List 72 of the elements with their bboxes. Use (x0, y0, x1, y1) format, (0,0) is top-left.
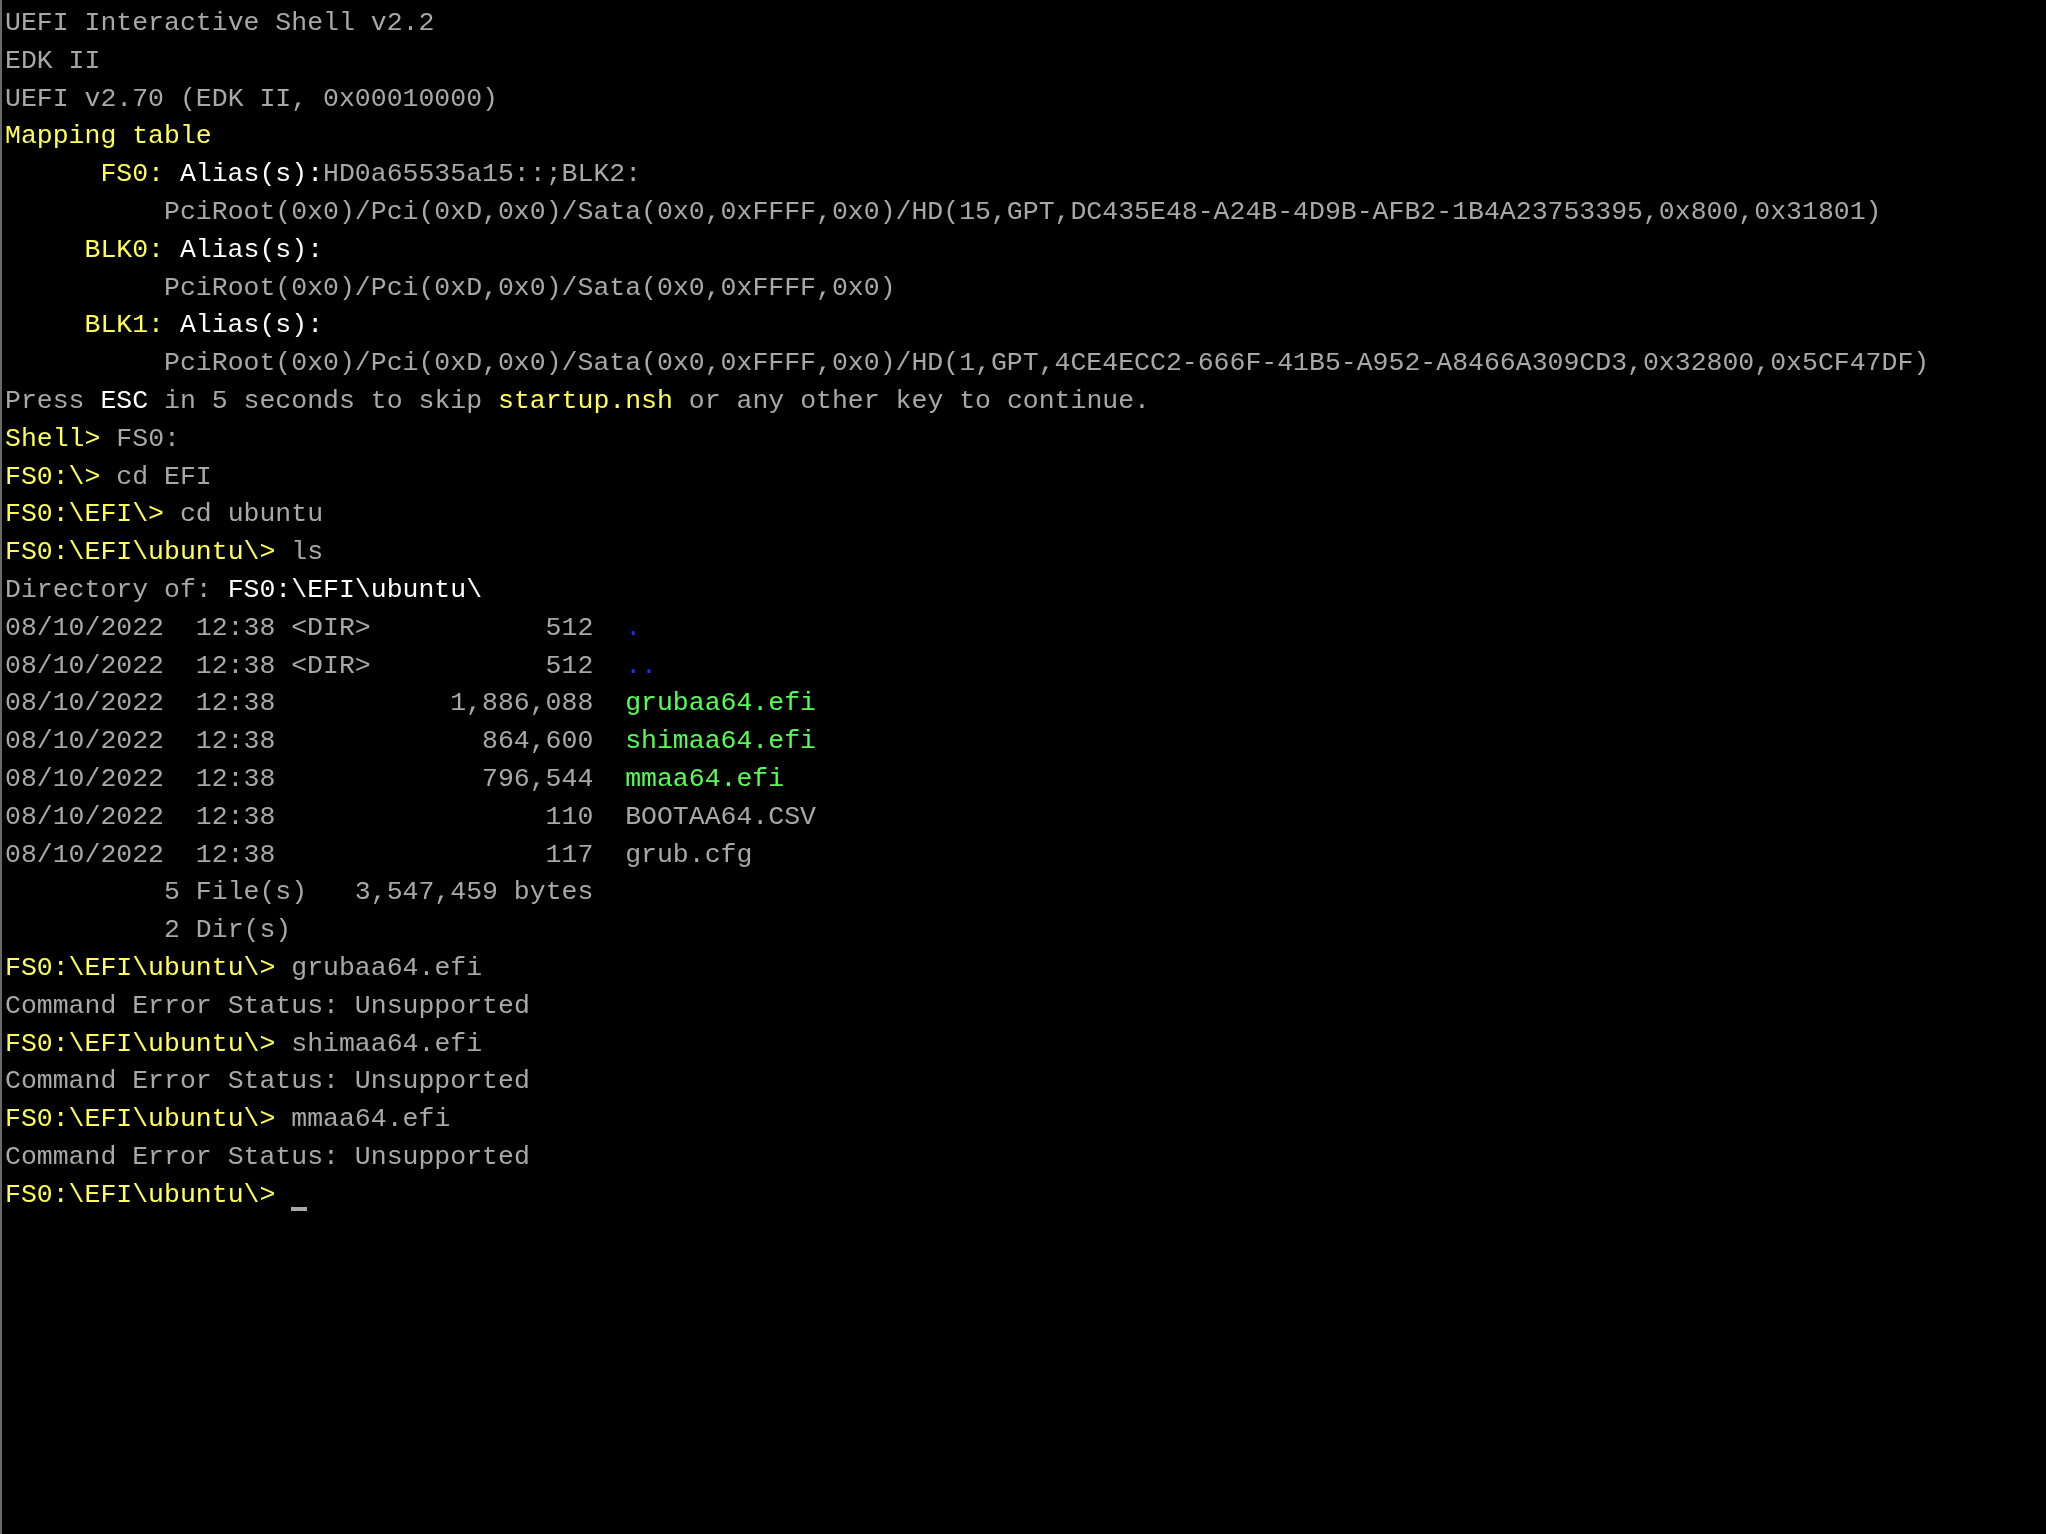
file-time: 12:38 (195, 800, 276, 834)
console-text: UEFI v2.70 (EDK II, 0x00010000) (5, 82, 498, 116)
console-text: in 5 seconds to skip (163, 384, 484, 418)
emphasized-text: Alias(s): (179, 233, 324, 267)
command-text: grubaa64.efi (290, 951, 483, 985)
command-text: FS0: (115, 422, 180, 456)
file-time: 12:38 (195, 725, 276, 759)
command-text: shimaa64.efi (290, 1027, 483, 1061)
file-date: 08/10/2022 (5, 687, 164, 721)
command-text: ls (290, 536, 324, 570)
file-date: 08/10/2022 (5, 800, 164, 834)
emphasized-text: ESC (100, 384, 149, 418)
console-text: 5 File(s) 3,547,459 bytes (164, 876, 594, 910)
console-text: Command Error Status: Unsupported (5, 989, 530, 1023)
file-size: 1,886,088 (450, 688, 594, 719)
file-name: shimaa64.efi (625, 725, 816, 759)
console-text: PciRoot(0x0)/Pci(0xD,0x0)/Sata(0x0,0xFFFF,0x0)/HD(15,GPT,DC435E48-A24B-4D9B-AFB2-1B4A23753395,0x800,0x31801) (164, 196, 1882, 229)
device-label: BLK0: (84, 234, 164, 265)
emphasized-text: FS0:\EFI\ubuntu\ (227, 573, 483, 607)
console-text: Directory of: (5, 573, 213, 607)
shell-prompt: FS0:\> (5, 460, 101, 494)
file-size: 110 (545, 801, 594, 832)
shell-prompt: Shell> (5, 422, 101, 456)
directory-tag: <DIR> (291, 650, 371, 681)
file-name: grubaa64.efi (625, 687, 816, 721)
command-text: cd ubuntu (178, 498, 324, 532)
console-text: Press (5, 384, 86, 418)
console-text: or any other key to continue. (687, 384, 1150, 418)
shell-prompt: FS0:\EFI\ubuntu\> (5, 1178, 276, 1212)
file-date: 08/10/2022 (5, 725, 164, 759)
text-cursor (291, 1206, 308, 1211)
highlighted-text: Mapping table (5, 120, 212, 154)
directory-name: . (625, 611, 642, 645)
file-size: 117 (545, 839, 594, 870)
file-date: 08/10/2022 (5, 762, 164, 796)
command-text: cd EFI (115, 460, 212, 494)
file-name: grub.cfg (625, 838, 753, 872)
shell-prompt: FS0:\EFI\ubuntu\> (5, 536, 276, 570)
device-label: FS0: (100, 159, 164, 190)
file-date: 08/10/2022 (5, 611, 164, 645)
file-size: 796,544 (482, 763, 594, 794)
file-time: 12:38 (195, 762, 276, 796)
shell-prompt: FS0:\EFI\ubuntu\> (5, 1027, 276, 1061)
directory-tag: <DIR> (291, 612, 371, 643)
shell-prompt: FS0:\EFI\ubuntu\> (5, 1103, 276, 1137)
file-name: BOOTAA64.CSV (625, 800, 816, 834)
file-size: 512 (545, 612, 594, 643)
emphasized-text: Alias(s): (179, 309, 324, 343)
device-label: BLK1: (84, 310, 164, 341)
command-text: mmaa64.efi (290, 1103, 451, 1137)
file-size: 512 (545, 650, 594, 681)
console-text: PciRoot(0x0)/Pci(0xD,0x0)/Sata(0x0,0xFFFF,0x0)/HD(1,GPT,4CE4ECC2-666F-41B5-A952-A8466A309CD3,0x32800,0x5CF47DF) (164, 347, 1930, 381)
console-text: 2 Dir(s) (164, 914, 292, 948)
console-text: Command Error Status: Unsupported (5, 1140, 530, 1174)
file-date: 08/10/2022 (5, 838, 164, 872)
shell-prompt: FS0:\EFI\> (5, 498, 165, 532)
file-time: 12:38 (195, 838, 276, 872)
file-name: mmaa64.efi (625, 762, 785, 796)
emphasized-text: Alias(s): (179, 158, 324, 192)
console-text: PciRoot(0x0)/Pci(0xD,0x0)/Sata(0x0,0xFFFF,0x0) (164, 271, 896, 305)
console-text: HD0a65535a15::;BLK2: (323, 158, 642, 192)
shell-prompt: FS0:\EFI\ubuntu\> (5, 951, 276, 985)
file-time: 12:38 (195, 611, 276, 645)
directory-name: .. (625, 649, 657, 683)
file-time: 12:38 (195, 687, 276, 721)
highlighted-text: startup.nsh (498, 384, 673, 418)
file-time: 12:38 (195, 649, 276, 683)
console-text: UEFI Interactive Shell v2.2 (5, 7, 435, 40)
console-text: EDK II (5, 44, 101, 78)
console-text: Command Error Status: Unsupported (5, 1065, 530, 1099)
file-size: 864,600 (482, 726, 594, 757)
file-date: 08/10/2022 (5, 649, 164, 683)
